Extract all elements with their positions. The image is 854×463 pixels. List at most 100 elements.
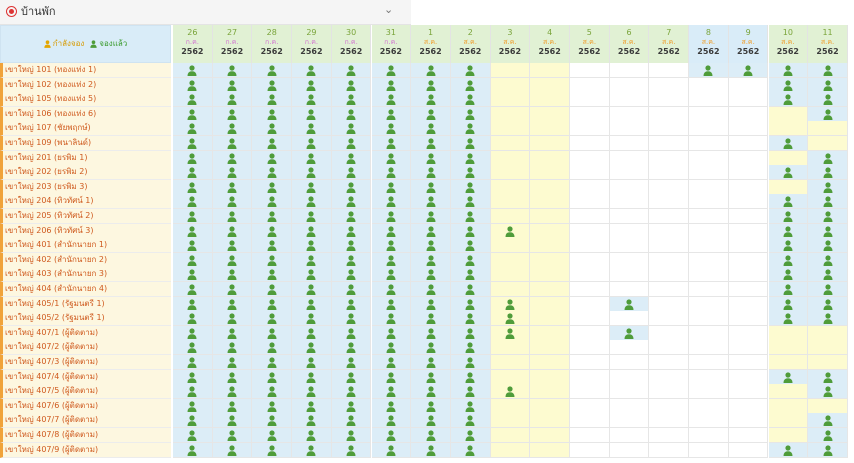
booking-cell[interactable] <box>173 121 213 137</box>
booking-cell[interactable] <box>609 165 650 181</box>
booking-cell[interactable] <box>808 136 848 151</box>
booking-cell[interactable] <box>411 267 451 283</box>
booking-cell[interactable] <box>411 398 451 414</box>
booking-cell[interactable] <box>173 398 213 414</box>
booking-cell[interactable] <box>570 325 610 341</box>
booking-cell[interactable] <box>450 194 491 210</box>
booking-cell[interactable] <box>490 252 531 268</box>
booking-cell[interactable] <box>212 63 253 78</box>
booking-cell[interactable] <box>490 296 531 312</box>
booking-cell[interactable] <box>371 384 412 400</box>
booking-cell[interactable] <box>212 209 253 224</box>
booking-cell[interactable] <box>728 63 769 78</box>
booking-cell[interactable] <box>808 194 848 210</box>
booking-cell[interactable] <box>252 340 293 356</box>
booking-cell[interactable] <box>173 106 213 122</box>
booking-cell[interactable] <box>689 92 729 108</box>
booking-cell[interactable] <box>649 194 690 210</box>
booking-cell[interactable] <box>292 442 332 458</box>
booking-cell[interactable] <box>808 340 848 356</box>
booking-cell[interactable] <box>212 296 253 312</box>
booking-cell[interactable] <box>530 413 570 429</box>
booking-cell[interactable] <box>689 77 729 93</box>
booking-cell[interactable] <box>490 194 531 210</box>
booking-cell[interactable] <box>173 223 213 239</box>
booking-cell[interactable] <box>212 413 253 429</box>
booking-cell[interactable] <box>331 121 372 137</box>
booking-cell[interactable] <box>411 179 451 195</box>
booking-cell[interactable] <box>212 325 253 341</box>
booking-cell[interactable] <box>808 428 848 443</box>
booking-cell[interactable] <box>450 442 491 458</box>
booking-cell[interactable] <box>371 179 412 195</box>
booking-cell[interactable] <box>768 106 809 122</box>
booking-cell[interactable] <box>689 267 729 283</box>
booking-cell[interactable] <box>252 136 293 151</box>
booking-cell[interactable] <box>173 209 213 224</box>
booking-cell[interactable] <box>450 340 491 356</box>
booking-cell[interactable] <box>450 165 491 181</box>
booking-cell[interactable] <box>728 179 769 195</box>
booking-cell[interactable] <box>570 238 610 254</box>
booking-cell[interactable] <box>808 413 848 429</box>
booking-cell[interactable] <box>331 194 372 210</box>
booking-cell[interactable] <box>689 340 729 356</box>
booking-cell[interactable] <box>331 63 372 78</box>
booking-cell[interactable] <box>609 442 650 458</box>
booking-cell[interactable] <box>212 106 253 122</box>
booking-cell[interactable] <box>450 77 491 93</box>
booking-cell[interactable] <box>768 413 809 429</box>
booking-cell[interactable] <box>411 252 451 268</box>
booking-cell[interactable] <box>490 223 531 239</box>
booking-cell[interactable] <box>689 63 729 78</box>
booking-cell[interactable] <box>649 63 690 78</box>
booking-cell[interactable] <box>371 398 412 414</box>
booking-cell[interactable] <box>490 136 531 151</box>
room-label[interactable]: เขาใหญ่ 202 (ยรพิม 2) <box>0 165 171 181</box>
booking-cell[interactable] <box>649 428 690 443</box>
booking-cell[interactable] <box>808 282 848 297</box>
booking-cell[interactable] <box>530 194 570 210</box>
booking-cell[interactable] <box>768 209 809 224</box>
booking-cell[interactable] <box>371 282 412 297</box>
booking-cell[interactable] <box>292 398 332 414</box>
booking-cell[interactable] <box>212 398 253 414</box>
booking-cell[interactable] <box>609 413 650 429</box>
booking-cell[interactable] <box>609 179 650 195</box>
booking-cell[interactable] <box>212 238 253 254</box>
booking-cell[interactable] <box>570 355 610 370</box>
booking-cell[interactable] <box>530 63 570 78</box>
booking-cell[interactable] <box>450 223 491 239</box>
booking-cell[interactable] <box>411 340 451 356</box>
booking-cell[interactable] <box>808 77 848 93</box>
booking-cell[interactable] <box>331 165 372 181</box>
booking-cell[interactable] <box>212 136 253 151</box>
booking-cell[interactable] <box>450 384 491 400</box>
booking-cell[interactable] <box>411 77 451 93</box>
booking-cell[interactable] <box>252 252 293 268</box>
booking-cell[interactable] <box>490 398 531 414</box>
booking-cell[interactable] <box>292 325 332 341</box>
booking-cell[interactable] <box>808 267 848 283</box>
booking-cell[interactable] <box>411 121 451 137</box>
booking-cell[interactable] <box>609 296 650 312</box>
booking-cell[interactable] <box>728 282 769 297</box>
booking-cell[interactable] <box>490 267 531 283</box>
room-label[interactable]: เขาใหญ่ 407/4 (ผู้ติดตาม) <box>0 369 171 385</box>
booking-cell[interactable] <box>411 92 451 108</box>
booking-cell[interactable] <box>450 150 491 166</box>
booking-cell[interactable] <box>292 92 332 108</box>
booking-cell[interactable] <box>609 209 650 224</box>
booking-cell[interactable] <box>728 106 769 122</box>
booking-cell[interactable] <box>530 340 570 356</box>
booking-cell[interactable] <box>768 179 809 195</box>
booking-cell[interactable] <box>173 92 213 108</box>
booking-cell[interactable] <box>450 252 491 268</box>
booking-cell[interactable] <box>173 194 213 210</box>
booking-cell[interactable] <box>689 106 729 122</box>
booking-cell[interactable] <box>808 106 848 122</box>
booking-cell[interactable] <box>450 398 491 414</box>
booking-cell[interactable] <box>570 63 610 78</box>
booking-cell[interactable] <box>371 325 412 341</box>
booking-cell[interactable] <box>530 311 570 327</box>
